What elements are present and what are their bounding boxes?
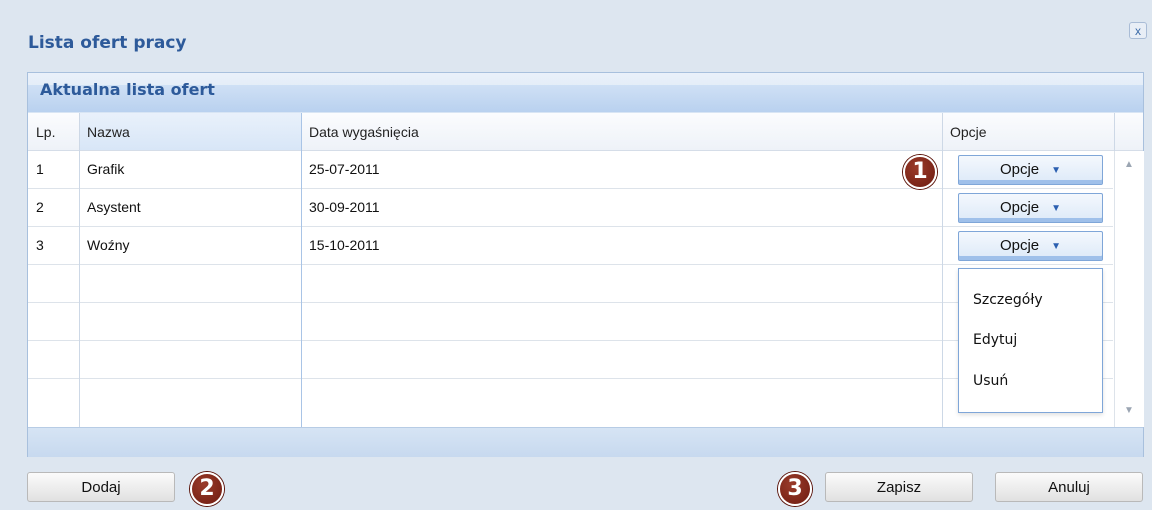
table-row-empty (28, 379, 1113, 417)
callout-badge-1: 1 (903, 155, 937, 189)
callout-badge-2: 2 (190, 472, 224, 506)
cell-data: 15-10-2011 (309, 237, 380, 253)
callout-badge-3: 3 (778, 472, 812, 506)
offers-grid: Lp. Nazwa Data wygaśnięcia Opcje 1 Grafi… (28, 113, 1144, 427)
column-divider (942, 113, 943, 427)
panel-header: Aktualna lista ofert (28, 73, 1143, 114)
options-button-row-3[interactable]: Opcje ▼ (958, 231, 1103, 261)
cell-nazwa: Asystent (87, 199, 141, 215)
options-button-label: Opcje (999, 199, 1040, 216)
column-header-data[interactable]: Data wygaśnięcia (301, 113, 942, 151)
scroll-down-arrow-icon[interactable]: ▼ (1124, 405, 1134, 416)
table-row-empty (28, 341, 1113, 379)
add-button[interactable]: Dodaj (27, 472, 175, 502)
table-row[interactable]: 2 Asystent 30-09-2011 (28, 189, 1113, 227)
column-header-lp[interactable]: Lp. (28, 113, 79, 151)
table-row-empty (28, 303, 1113, 341)
cell-data: 25-07-2011 (309, 161, 380, 177)
cell-nazwa: Woźny (87, 237, 130, 253)
cell-lp: 3 (36, 237, 44, 253)
scroll-up-arrow-icon[interactable]: ▲ (1124, 159, 1134, 170)
options-button-row-2[interactable]: Opcje ▼ (958, 193, 1103, 223)
panel-footer (28, 427, 1143, 457)
caret-down-icon: ▼ (1051, 165, 1062, 176)
vertical-scrollbar[interactable]: ▲ ▼ (1114, 151, 1144, 427)
close-button[interactable]: x (1129, 22, 1147, 39)
column-divider (301, 113, 302, 427)
panel-title: Aktualna lista ofert (40, 80, 215, 99)
caret-down-icon: ▼ (1051, 241, 1062, 252)
save-button[interactable]: Zapisz (825, 472, 973, 502)
caret-down-icon: ▼ (1051, 203, 1062, 214)
column-header-opcje[interactable]: Opcje (942, 113, 1114, 151)
dialog: Lista ofert pracy x Aktualna lista ofert… (0, 0, 1152, 510)
cell-data: 30-09-2011 (309, 199, 380, 215)
column-divider (79, 113, 80, 427)
cell-lp: 2 (36, 199, 44, 215)
table-row[interactable]: 3 Woźny 15-10-2011 (28, 227, 1113, 265)
table-row-empty (28, 265, 1113, 303)
menu-item-edit[interactable]: Edytuj (973, 332, 1017, 348)
column-header-scroll (1114, 113, 1143, 151)
options-dropdown-menu: Szczegóły Edytuj Usuń (958, 268, 1103, 413)
table-row[interactable]: 1 Grafik 25-07-2011 (28, 151, 1113, 189)
options-button-row-1[interactable]: Opcje ▼ (958, 155, 1103, 185)
menu-item-details[interactable]: Szczegóły (973, 292, 1043, 308)
menu-item-delete[interactable]: Usuń (973, 373, 1008, 389)
dialog-title: Lista ofert pracy (28, 33, 187, 53)
offers-panel: Aktualna lista ofert Lp. Nazwa Data wyga… (27, 72, 1144, 457)
cell-nazwa: Grafik (87, 161, 125, 177)
cell-lp: 1 (36, 161, 44, 177)
options-button-label: Opcje (999, 161, 1040, 178)
cancel-button[interactable]: Anuluj (995, 472, 1143, 502)
options-button-label: Opcje (999, 237, 1040, 254)
column-header-nazwa[interactable]: Nazwa (79, 113, 301, 151)
